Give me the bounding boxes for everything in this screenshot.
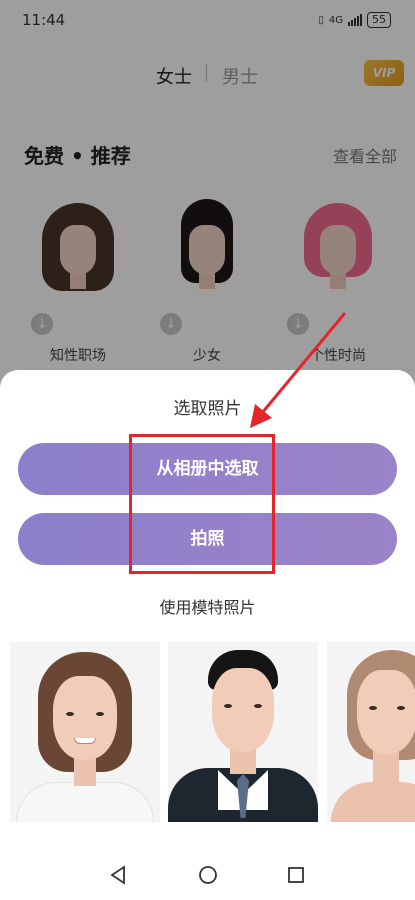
model-photo-male[interactable] (168, 642, 318, 822)
home-icon[interactable] (197, 864, 219, 886)
recents-icon[interactable] (285, 864, 307, 886)
highlight-box (129, 434, 275, 574)
back-icon[interactable] (108, 864, 130, 886)
model-photo-female[interactable] (10, 642, 160, 822)
system-nav-bar (0, 850, 415, 900)
sheet-title: 选取照片 (173, 399, 242, 419)
model-photo-female-2[interactable] (327, 642, 415, 822)
model-photos-title: 使用模特照片 (159, 598, 256, 617)
